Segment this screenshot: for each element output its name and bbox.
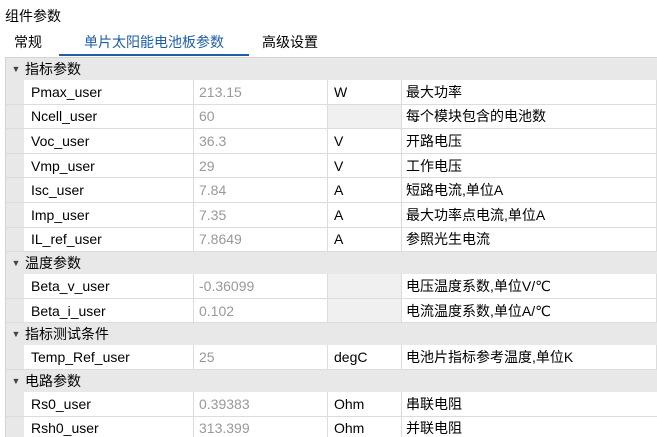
param-name: Vmp_user — [24, 153, 194, 178]
property-row[interactable]: Rsh0_user 313.399 Ohm 并联电阻 — [6, 416, 657, 437]
param-unit: Ohm — [328, 416, 402, 437]
param-name: Voc_user — [24, 129, 194, 153]
property-row[interactable]: Isc_user 7.84 A 短路电流,单位A — [6, 178, 657, 203]
row-gutter — [6, 202, 24, 227]
property-grid: ▼ 指标参数 Pmax_user 213.15 W 最大功率 Ncell_use… — [5, 57, 657, 437]
param-name: Beta_i_user — [24, 298, 194, 323]
row-gutter — [6, 416, 24, 437]
param-value-input[interactable]: 0.39383 — [194, 391, 328, 416]
param-value-input[interactable]: 313.399 — [194, 416, 328, 437]
row-gutter — [6, 345, 24, 369]
param-description: 最大功率 — [402, 80, 657, 104]
property-row[interactable]: Beta_i_user 0.102 电流温度系数,单位A/℃ — [6, 298, 657, 324]
param-unit: A — [328, 178, 402, 202]
property-row[interactable]: Ncell_user 60 每个模块包含的电池数 — [6, 104, 657, 130]
param-value-input[interactable]: 29 — [194, 153, 328, 178]
param-unit: W — [328, 80, 402, 104]
param-description: 并联电阻 — [406, 420, 462, 437]
row-gutter — [6, 153, 24, 178]
row-gutter — [6, 129, 24, 153]
group-label: 温度参数 — [25, 255, 81, 272]
collapse-triangle-icon[interactable]: ▼ — [10, 257, 22, 269]
group-label: 指标测试条件 — [25, 326, 109, 343]
property-row[interactable]: Vmp_user 29 V 工作电压 — [6, 153, 657, 179]
collapse-triangle-icon[interactable]: ▼ — [10, 63, 22, 75]
param-value-input[interactable]: 0.102 — [194, 298, 328, 323]
param-description: 短路电流,单位A — [402, 178, 657, 202]
row-gutter — [6, 227, 24, 252]
param-name: Isc_user — [24, 178, 194, 202]
property-row[interactable]: IL_ref_user 7.8649 A 参照光生电流 — [6, 227, 657, 253]
group-header-temperature-params[interactable]: ▼ 温度参数 — [6, 252, 657, 275]
param-unit — [328, 298, 402, 323]
param-name: Pmax_user — [24, 80, 194, 104]
param-value-input[interactable]: 60 — [194, 104, 328, 129]
param-description: 工作电压 — [402, 153, 657, 178]
property-row[interactable]: Pmax_user 213.15 W 最大功率 — [6, 80, 657, 105]
param-value-input[interactable]: 213.15 — [194, 80, 328, 104]
row-gutter — [6, 80, 24, 104]
property-row[interactable]: Beta_v_user -0.36099 电压温度系数,单位V/℃ — [6, 274, 657, 299]
param-description: 电压温度系数,单位V/℃ — [402, 274, 657, 298]
param-description: 串联电阻 — [406, 395, 462, 412]
param-name: Rsh0_user — [24, 416, 194, 437]
param-description: 最大功率点电流,单位A — [402, 202, 657, 227]
row-gutter — [6, 104, 24, 129]
param-description: 电池片指标参考温度,单位K — [402, 345, 657, 369]
param-unit — [328, 274, 402, 298]
tab-general[interactable]: 常规 — [10, 30, 46, 54]
property-row[interactable]: Imp_user 7.35 A 最大功率点电流,单位A — [6, 202, 657, 228]
group-header-test-conditions[interactable]: ▼ 指标测试条件 — [6, 323, 657, 346]
param-name: Temp_Ref_user — [24, 345, 194, 369]
property-row[interactable]: Temp_Ref_user 25 degC 电池片指标参考温度,单位K — [6, 345, 657, 370]
param-unit: A — [328, 202, 402, 227]
property-row[interactable]: Rs0_user 0.39383 Ohm 串联电阻 — [6, 391, 657, 417]
param-value-input[interactable]: 7.35 — [194, 202, 328, 227]
param-value-input[interactable]: 36.3 — [194, 129, 328, 153]
param-name: Beta_v_user — [24, 274, 194, 298]
tab-single-panel-params[interactable]: 单片太阳能电池板参数 — [59, 30, 249, 56]
param-name: Ncell_user — [24, 104, 194, 129]
param-name: Rs0_user — [24, 391, 194, 416]
group-label: 电路参数 — [25, 372, 81, 389]
param-name: Imp_user — [24, 202, 194, 227]
param-unit: Ohm — [328, 391, 402, 416]
tab-bar: 常规 单片太阳能电池板参数 高级设置 — [0, 30, 657, 56]
group-header-indicator-params[interactable]: ▼ 指标参数 — [6, 58, 657, 80]
tab-advanced-settings[interactable]: 高级设置 — [258, 30, 322, 54]
param-description: 参照光生电流 — [402, 227, 657, 252]
group-header-circuit-params[interactable]: ▼ 电路参数 — [6, 369, 657, 392]
row-gutter — [6, 274, 24, 298]
param-unit: degC — [328, 345, 402, 369]
param-unit — [328, 104, 402, 129]
param-value-input[interactable]: 7.8649 — [194, 227, 328, 252]
param-description: 电流温度系数,单位A/℃ — [402, 298, 657, 323]
param-unit: V — [328, 153, 402, 178]
param-value-input[interactable]: 7.84 — [194, 178, 328, 202]
param-value-input[interactable]: -0.36099 — [194, 274, 328, 298]
collapse-triangle-icon[interactable]: ▼ — [10, 375, 22, 387]
row-gutter — [6, 298, 24, 323]
collapse-triangle-icon[interactable]: ▼ — [10, 328, 22, 340]
param-unit: V — [328, 129, 402, 153]
property-row[interactable]: Voc_user 36.3 V 开路电压 — [6, 129, 657, 154]
param-value-input[interactable]: 25 — [194, 345, 328, 369]
param-name: IL_ref_user — [24, 227, 194, 252]
row-gutter — [6, 178, 24, 202]
group-label: 指标参数 — [25, 61, 81, 77]
param-description: 每个模块包含的电池数 — [402, 104, 657, 129]
param-unit: A — [328, 227, 402, 252]
param-description: 开路电压 — [402, 129, 657, 153]
panel-title: 组件参数 — [5, 8, 61, 24]
row-gutter — [6, 391, 24, 416]
